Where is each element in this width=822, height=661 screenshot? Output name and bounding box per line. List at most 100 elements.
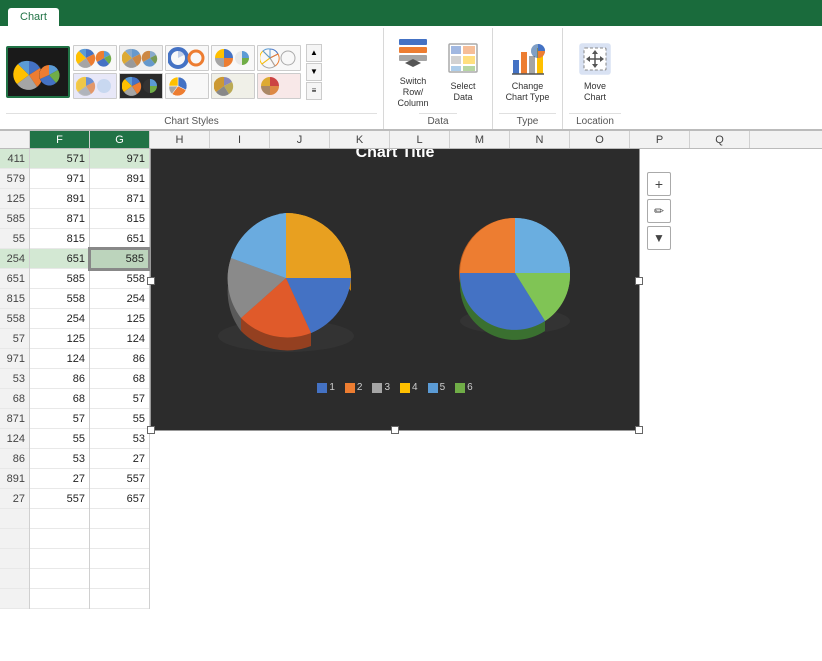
row-num: 971 (0, 349, 29, 369)
select-data-button[interactable]: SelectData (440, 37, 486, 108)
cell-empty[interactable] (30, 529, 89, 549)
chart-overlay[interactable]: Chart Title (150, 131, 640, 431)
chart-style-thumb-3[interactable] (165, 45, 209, 71)
cell[interactable]: 585 (30, 269, 89, 289)
chart-filters-button[interactable]: ▼ (647, 226, 671, 250)
cell[interactable]: 86 (30, 369, 89, 389)
change-chart-type-label: ChangeChart Type (506, 81, 550, 103)
chart-styles-button[interactable]: ✏ (647, 199, 671, 223)
cell[interactable]: 651 (30, 249, 89, 269)
cell[interactable]: 125 (90, 309, 149, 329)
cell[interactable]: 571 (30, 149, 89, 169)
handle-ml[interactable] (147, 277, 155, 285)
handle-bm[interactable] (391, 426, 399, 434)
ribbon: Chart (0, 0, 822, 131)
cell-empty[interactable] (30, 569, 89, 589)
col-header-k: K (330, 131, 390, 148)
chart-style-thumb-9[interactable] (211, 73, 255, 99)
chart-style-thumb-6[interactable] (73, 73, 117, 99)
cell[interactable]: 657 (90, 489, 149, 509)
row-num (0, 589, 29, 609)
cell[interactable]: 27 (30, 469, 89, 489)
col-header-g: G (90, 131, 150, 148)
row-num: 254 (0, 249, 29, 269)
row-num: 585 (0, 209, 29, 229)
col-header-p: P (630, 131, 690, 148)
cell[interactable]: 891 (90, 169, 149, 189)
cell[interactable]: 27 (90, 449, 149, 469)
scroll-down-btn[interactable]: ▼ (306, 63, 322, 81)
handle-mr[interactable] (635, 277, 643, 285)
cell-empty[interactable] (90, 549, 149, 569)
col-header-l: L (390, 131, 450, 148)
scroll-more-btn[interactable]: ≡ (306, 82, 322, 100)
type-group: ChangeChart Type Type (493, 28, 563, 129)
cell[interactable]: 57 (90, 389, 149, 409)
chart-style-thumb-7[interactable] (119, 73, 163, 99)
cell[interactable]: 125 (30, 329, 89, 349)
cell-empty[interactable] (30, 589, 89, 609)
cell-empty[interactable] (30, 549, 89, 569)
chart-style-thumb-active[interactable] (6, 46, 70, 98)
right-pie-chart (445, 193, 585, 351)
handle-bl[interactable] (147, 426, 155, 434)
cell[interactable]: 557 (90, 469, 149, 489)
cell-empty[interactable] (90, 589, 149, 609)
legend-item-1: 1 (317, 382, 335, 393)
type-group-label: Type (499, 113, 556, 129)
cell[interactable]: 68 (30, 389, 89, 409)
chart-style-thumb-5[interactable] (257, 45, 301, 71)
tab-chart[interactable]: Chart (8, 8, 59, 26)
cell[interactable]: 57 (30, 409, 89, 429)
cell-selected[interactable]: 585 (90, 249, 149, 269)
move-chart-button[interactable]: MoveChart (569, 37, 621, 108)
row-num (0, 509, 29, 529)
row-num: 86 (0, 449, 29, 469)
cell[interactable]: 254 (90, 289, 149, 309)
switch-row-column-button[interactable]: Switch Row/Column (390, 32, 436, 113)
location-group-label: Location (569, 113, 621, 129)
cell-empty[interactable] (90, 569, 149, 589)
col-header-q: Q (690, 131, 750, 148)
cell[interactable]: 86 (90, 349, 149, 369)
chart-style-scroll[interactable]: ▲ ▼ ≡ (306, 44, 322, 100)
cell-empty[interactable] (90, 529, 149, 549)
cell[interactable]: 891 (30, 189, 89, 209)
change-chart-type-button[interactable]: ChangeChart Type (502, 37, 554, 108)
cell-empty[interactable] (30, 509, 89, 529)
cell[interactable]: 53 (90, 429, 149, 449)
chart-style-thumb-10[interactable] (257, 73, 301, 99)
cell[interactable]: 871 (90, 189, 149, 209)
cell[interactable]: 53 (30, 449, 89, 469)
legend-item-2: 2 (345, 382, 363, 393)
chart-legend: 1 2 3 4 5 6 (151, 382, 639, 399)
cell[interactable]: 124 (90, 329, 149, 349)
cell[interactable]: 558 (30, 289, 89, 309)
cell[interactable]: 68 (90, 369, 149, 389)
chart-styles-group: ▲ ▼ ≡ Chart Styles (4, 28, 384, 129)
cell[interactable]: 971 (90, 149, 149, 169)
cell[interactable]: 651 (90, 229, 149, 249)
cell-empty[interactable] (90, 509, 149, 529)
chart-elements-button[interactable]: + (647, 172, 671, 196)
chart-style-thumb-4[interactable] (211, 45, 255, 71)
handle-br[interactable] (635, 426, 643, 434)
cell[interactable]: 55 (30, 429, 89, 449)
cell[interactable]: 254 (30, 309, 89, 329)
row-num (0, 529, 29, 549)
cell[interactable]: 815 (30, 229, 89, 249)
chart-style-thumb-1[interactable] (73, 45, 117, 71)
cell[interactable]: 871 (30, 209, 89, 229)
scroll-up-btn[interactable]: ▲ (306, 44, 322, 62)
col-header-n: N (510, 131, 570, 148)
cell[interactable]: 557 (30, 489, 89, 509)
chart-style-thumb-8[interactable] (165, 73, 209, 99)
chart-style-thumb-2[interactable] (119, 45, 163, 71)
cell[interactable]: 558 (90, 269, 149, 289)
cell[interactable]: 815 (90, 209, 149, 229)
cell[interactable]: 55 (90, 409, 149, 429)
location-group: MoveChart Location (563, 28, 627, 129)
cell[interactable]: 971 (30, 169, 89, 189)
row-numbers: 411 579 125 585 55 254 651 815 558 57 97… (0, 149, 30, 609)
cell[interactable]: 124 (30, 349, 89, 369)
